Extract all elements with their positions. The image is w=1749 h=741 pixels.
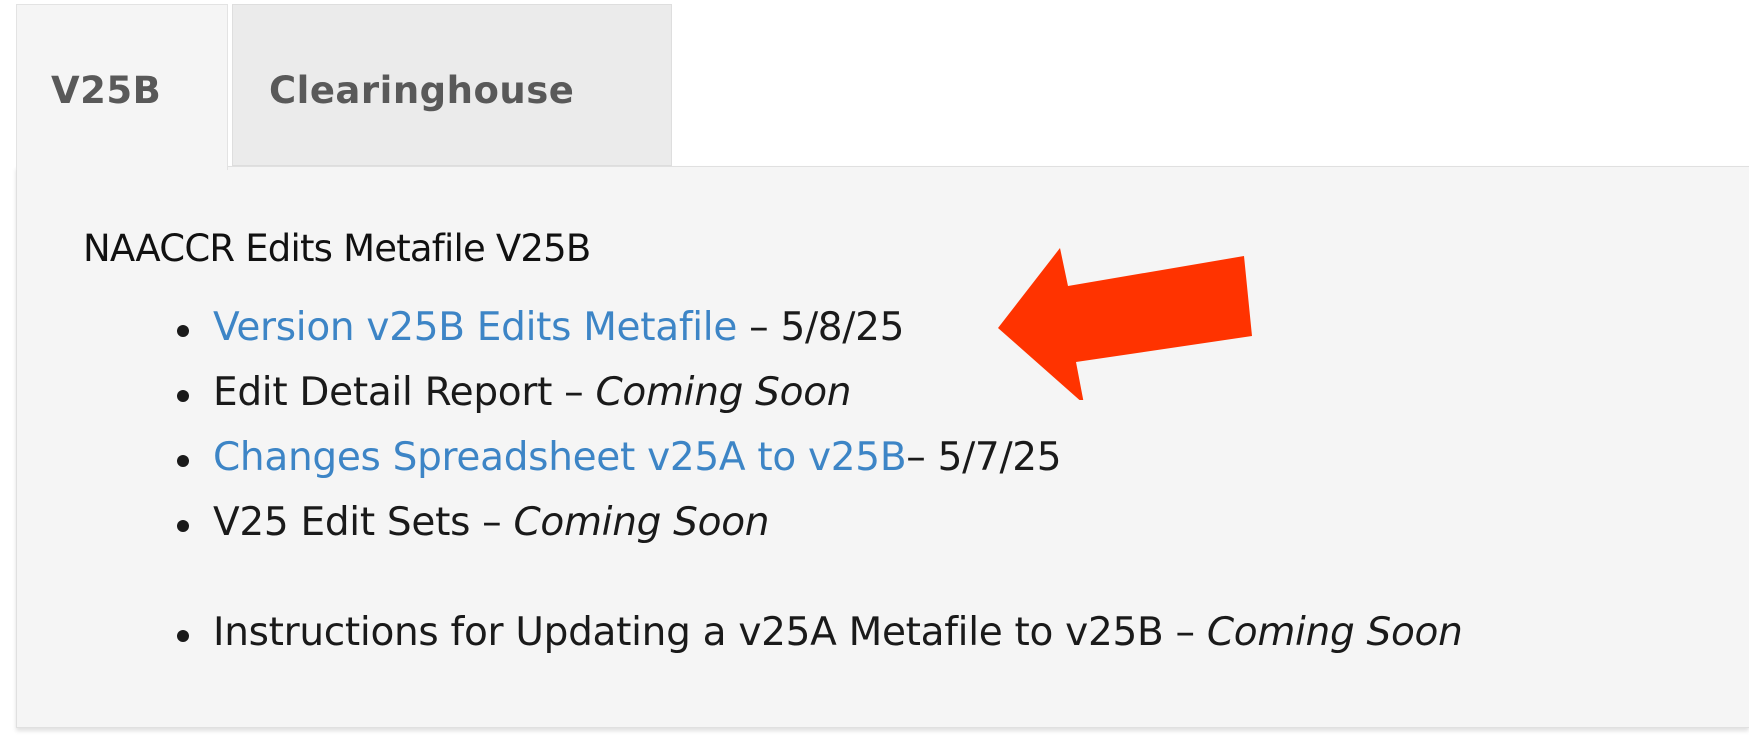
bullet-icon: [177, 325, 189, 337]
tab-v25b[interactable]: V25B: [16, 4, 228, 170]
panel-title: NAACCR Edits Metafile V25B: [83, 227, 591, 270]
item-text: Edit Detail Report –: [213, 370, 596, 415]
bullet-icon: [177, 630, 189, 642]
red-arrow-icon: [998, 248, 1252, 400]
changes-spreadsheet-link[interactable]: Changes Spreadsheet v25A to v25B: [213, 435, 907, 480]
list-item: Instructions for Updating a v25A Metafil…: [177, 610, 1463, 655]
item-text: Instructions for Updating a v25A Metafil…: [213, 610, 1207, 655]
arrow-shape: [998, 248, 1252, 400]
tab-v25b-label: V25B: [51, 69, 162, 112]
item-date: – 5/7/25: [906, 435, 1062, 480]
bullet-icon: [177, 390, 189, 402]
list-item: Changes Spreadsheet v25A to v25B– 5/7/25: [177, 435, 1062, 480]
page: V25B Clearinghouse NAACCR Edits Metafile…: [0, 0, 1749, 741]
tab-panel-v25b: NAACCR Edits Metafile V25B Version v25B …: [16, 166, 1749, 728]
item-status: Coming Soon: [1206, 610, 1463, 655]
list-item: Version v25B Edits Metafile – 5/8/25: [177, 305, 905, 350]
tab-clearinghouse[interactable]: Clearinghouse: [232, 4, 672, 166]
item-date: – 5/8/25: [737, 305, 905, 350]
item-text: V25 Edit Sets –: [213, 500, 514, 545]
item-status: Coming Soon: [595, 370, 852, 415]
item-status: Coming Soon: [513, 500, 770, 545]
bullet-icon: [177, 455, 189, 467]
tab-clearinghouse-label: Clearinghouse: [269, 69, 575, 112]
metafile-link[interactable]: Version v25B Edits Metafile: [213, 305, 737, 350]
list-item: Edit Detail Report – Coming Soon: [177, 370, 852, 415]
bullet-icon: [177, 520, 189, 532]
list-item: V25 Edit Sets – Coming Soon: [177, 500, 770, 545]
